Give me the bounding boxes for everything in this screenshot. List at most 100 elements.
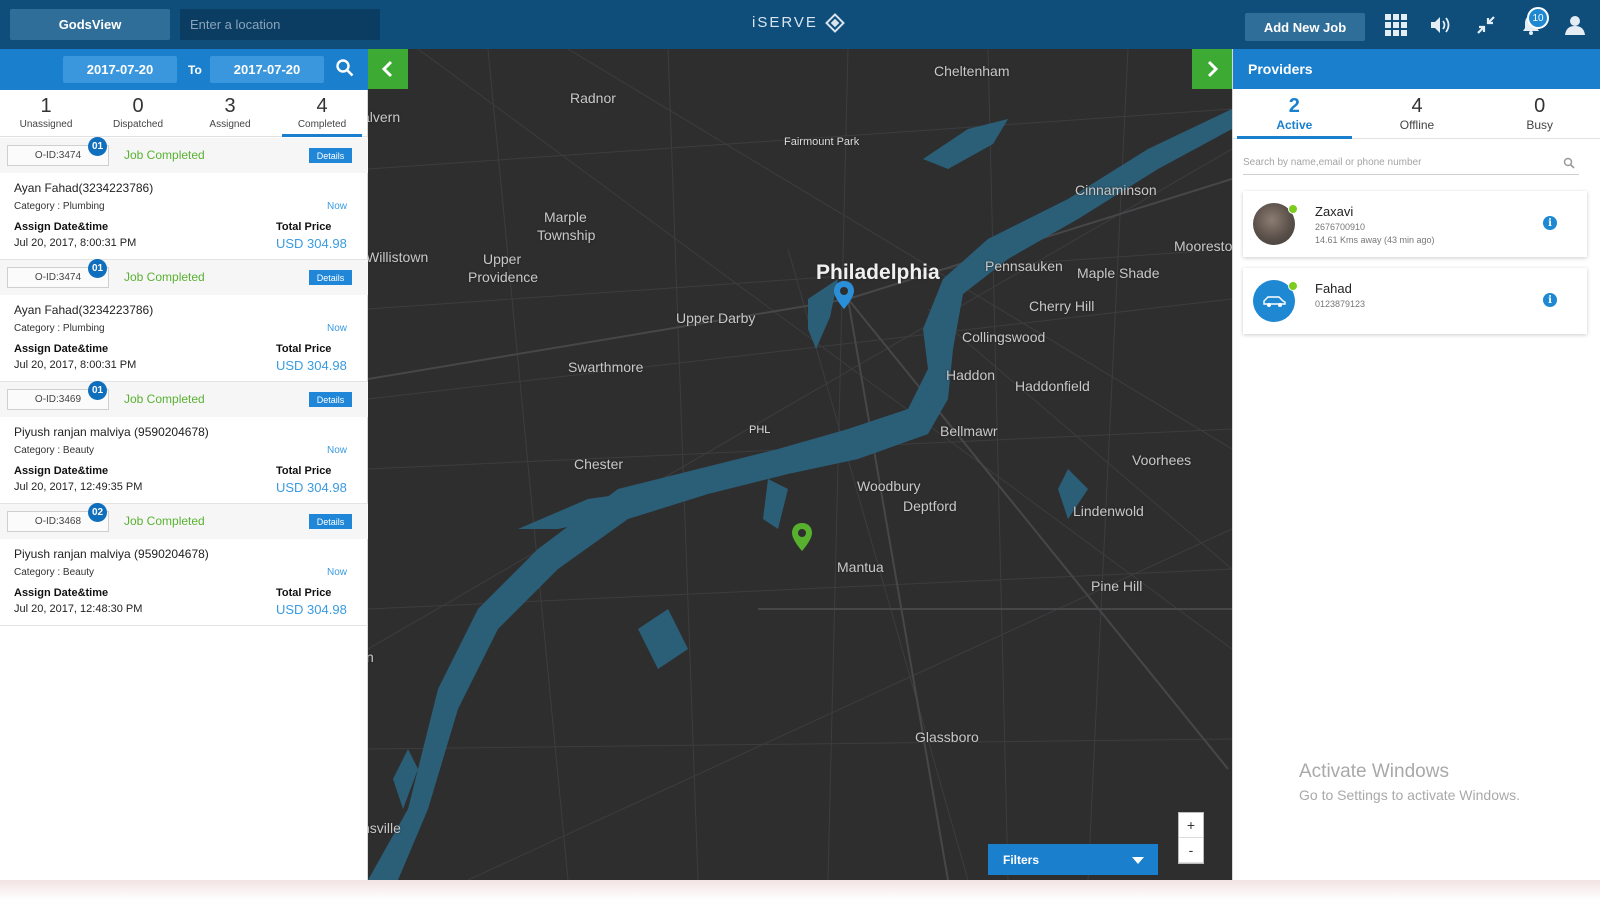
tab-label: Busy (1526, 118, 1554, 132)
job-category: Category : Plumbing (14, 201, 105, 212)
tab-dispatched[interactable]: 0 Dispatched (92, 90, 184, 136)
tab-active[interactable]: 2 Active (1233, 89, 1356, 139)
volume-icon[interactable] (1428, 12, 1454, 38)
user-icon[interactable] (1562, 12, 1588, 38)
tab-unassigned[interactable]: 1 Unassigned (0, 90, 92, 136)
provider-name: Zaxavi (1315, 204, 1354, 219)
filters-dropdown[interactable]: Filters (988, 844, 1158, 875)
top-header: GodsView iSERVE Add New Job 10 (0, 0, 1600, 49)
tab-completed[interactable]: 4 Completed (276, 90, 368, 137)
total-price-label: Total Price (276, 465, 332, 477)
details-button[interactable]: Details (309, 148, 352, 163)
location-input[interactable] (180, 9, 380, 40)
total-price-label: Total Price (276, 343, 332, 355)
tab-count: 3 (224, 95, 236, 117)
map-label: Pine Hill (1091, 578, 1143, 594)
online-status-dot (1288, 204, 1298, 214)
notification-count-badge: 10 (1527, 7, 1549, 29)
map-label: Radnor (570, 90, 616, 106)
tab-count: 4 (1411, 95, 1423, 117)
job-status: Job Completed (124, 514, 205, 528)
to-label: To (188, 63, 202, 77)
search-icon[interactable] (1563, 156, 1575, 169)
job-count-badge: 01 (88, 259, 107, 278)
time-tag: Now (326, 323, 347, 334)
total-price-value: USD 304.98 (276, 602, 347, 617)
bottom-strip (0, 880, 1600, 900)
details-button[interactable]: Details (309, 270, 352, 285)
map-label: nsville (368, 820, 401, 836)
map-label: Fairmount Park (784, 136, 860, 148)
map-label: Deptford (903, 498, 957, 514)
job-count-badge: 01 (88, 381, 107, 400)
job-status: Job Completed (124, 270, 205, 284)
from-date-field[interactable]: 2017-07-20 (63, 56, 177, 83)
tab-count: 4 (316, 95, 328, 117)
map-label: Upper Darby (676, 310, 756, 326)
job-card[interactable]: O-ID:3474 01 Job Completed Details Ayan … (0, 259, 368, 382)
details-button[interactable]: Details (309, 514, 352, 529)
map-label: Voorhees (1132, 452, 1192, 468)
collapse-right-panel-button[interactable] (1192, 49, 1232, 89)
zoom-out-button[interactable]: - (1179, 838, 1203, 863)
job-map-pin-icon[interactable] (791, 522, 813, 552)
compress-icon[interactable] (1473, 12, 1499, 38)
job-card-header: O-ID:3469 01 Job Completed Details (0, 381, 368, 417)
zoom-in-button[interactable]: + (1179, 813, 1203, 838)
map-label: Bellmawr (940, 423, 998, 439)
provider-card[interactable]: Fahad 0123879123 i (1243, 268, 1587, 334)
apps-grid-icon[interactable] (1383, 12, 1409, 38)
tab-count: 0 (1534, 95, 1546, 117)
online-status-dot (1288, 281, 1298, 291)
map-label: Haddon (946, 367, 996, 383)
details-button[interactable]: Details (309, 392, 352, 407)
godsview-button[interactable]: GodsView (10, 9, 170, 40)
map-label: Woodbury (857, 478, 921, 494)
provider-map-pin-icon[interactable] (833, 280, 855, 310)
provider-phone: 2676700910 (1315, 222, 1366, 232)
provider-distance: 14.61 Kms away (43 min ago) (1315, 235, 1435, 245)
map-view[interactable]: Cheltenham Radnor alvern Fairmount Park … (368, 49, 1232, 880)
providers-title: Providers (1233, 49, 1600, 89)
time-tag: Now (326, 445, 347, 456)
provider-name: Fahad (1315, 281, 1352, 296)
map-label: PHL (749, 424, 771, 436)
assign-date-label: Assign Date&time (14, 587, 109, 599)
job-card[interactable]: O-ID:3469 01 Job Completed Details Piyus… (0, 381, 368, 504)
tab-assigned[interactable]: 3 Assigned (184, 90, 276, 136)
job-category: Category : Beauty (14, 445, 95, 456)
map-label: Mantua (837, 559, 884, 575)
job-card[interactable]: O-ID:3474 01 Job Completed Details Ayan … (0, 137, 368, 260)
customer-name: Piyush ranjan malviya (9590204678) (14, 547, 209, 561)
tab-label: Dispatched (112, 119, 164, 130)
collapse-left-panel-button[interactable] (368, 49, 408, 89)
to-date-field[interactable]: 2017-07-20 (210, 56, 324, 83)
assign-date-label: Assign Date&time (14, 221, 109, 233)
map-label: Upper (483, 251, 522, 267)
info-icon[interactable]: i (1543, 216, 1557, 230)
tab-label: Assigned (209, 119, 251, 130)
chevron-left-icon (381, 60, 393, 78)
info-icon[interactable]: i (1543, 293, 1557, 307)
tab-count: 2 (1288, 95, 1300, 117)
provider-card[interactable]: Zaxavi 2676700910 14.61 Kms away (43 min… (1243, 191, 1587, 257)
total-price-value: USD 304.98 (276, 480, 347, 495)
provider-search-input[interactable] (1243, 151, 1579, 175)
job-card[interactable]: O-ID:3468 02 Job Completed Details Piyus… (0, 503, 368, 626)
tab-offline[interactable]: 4 Offline (1356, 89, 1479, 138)
jobs-panel: 2017-07-20 To 2017-07-20 1 Unassigned 0 … (0, 49, 368, 880)
add-new-job-button[interactable]: Add New Job (1245, 13, 1365, 41)
tab-busy[interactable]: 0 Busy (1478, 89, 1600, 138)
job-category: Category : Beauty (14, 567, 95, 578)
assign-date-value: Jul 20, 2017, 8:00:31 PM (14, 237, 137, 249)
zoom-controls: + - (1178, 812, 1204, 864)
provider-phone: 0123879123 (1315, 299, 1366, 309)
total-price-value: USD 304.98 (276, 236, 347, 251)
tab-label: Unassigned (19, 119, 73, 130)
total-price-label: Total Price (276, 221, 332, 233)
search-icon[interactable] (335, 58, 357, 80)
provider-status-tabs: 2 Active 4 Offline 0 Busy (1233, 89, 1600, 139)
brand-name: iSERVE (752, 14, 818, 31)
map-base (368, 49, 1232, 880)
map-label: Chester (574, 456, 624, 472)
